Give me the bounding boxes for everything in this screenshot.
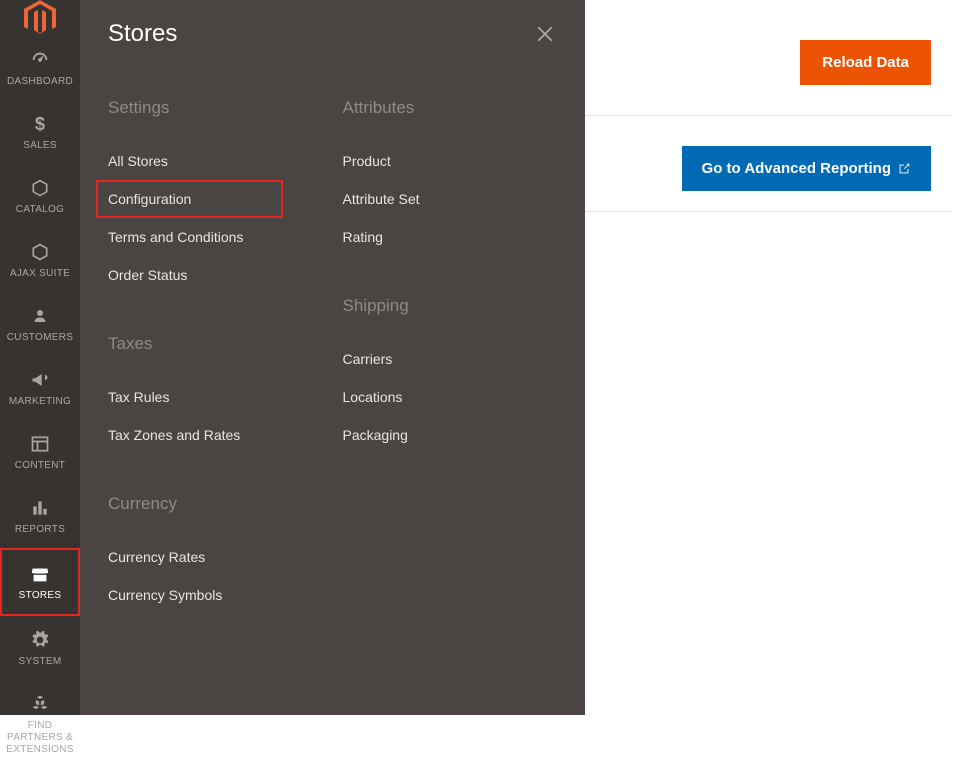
box-icon: [28, 176, 52, 200]
link-locations[interactable]: Locations: [343, 378, 558, 416]
flyout-section-currency: Currency Currency Rates Currency Symbols: [108, 494, 323, 614]
section-title: Attributes: [343, 98, 558, 118]
reload-button[interactable]: Reload Data: [800, 40, 931, 85]
section-title: Currency: [108, 494, 323, 514]
layout-icon: [28, 432, 52, 456]
link-packaging[interactable]: Packaging: [343, 416, 558, 454]
section-title: Shipping: [343, 296, 558, 316]
link-order-status[interactable]: Order Status: [108, 256, 323, 294]
magento-logo-icon: [22, 0, 58, 36]
nav-label: SYSTEM: [19, 656, 62, 668]
link-carriers[interactable]: Carriers: [343, 340, 558, 378]
flyout-section-settings: Settings All Stores Configuration Terms …: [108, 98, 323, 294]
nav-label: REPORTS: [15, 524, 65, 536]
magento-logo[interactable]: [0, 0, 80, 36]
nav-customers[interactable]: CUSTOMERS: [0, 292, 80, 356]
flyout-section-shipping: Shipping Carriers Locations Packaging: [343, 296, 558, 454]
flyout-col-left: Settings All Stores Configuration Terms …: [108, 98, 323, 654]
person-icon: [28, 304, 52, 328]
link-attribute-set[interactable]: Attribute Set: [343, 180, 558, 218]
nav-label: DASHBOARD: [7, 76, 73, 88]
nav-label: STORES: [19, 590, 62, 602]
bars-icon: [28, 496, 52, 520]
advanced-reporting-label: Go to Advanced Reporting: [702, 160, 891, 177]
nav-label: MARKETING: [9, 396, 71, 408]
nav-system[interactable]: SYSTEM: [0, 616, 80, 680]
cubes-icon: [28, 692, 52, 716]
nav-label: FIND PARTNERS & EXTENSIONS: [2, 720, 78, 756]
nav-sales[interactable]: $ SALES: [0, 100, 80, 164]
section-title: Settings: [108, 98, 323, 118]
nav-catalog[interactable]: CATALOG: [0, 164, 80, 228]
hex-icon: [28, 240, 52, 264]
nav-marketing[interactable]: MARKETING: [0, 356, 80, 420]
external-link-icon: [897, 162, 911, 176]
megaphone-icon: [28, 368, 52, 392]
stores-flyout: Stores Settings All Stores Configuration…: [80, 0, 585, 715]
flyout-title: Stores: [108, 20, 177, 48]
nav-label: SALES: [23, 140, 57, 152]
nav-label: CONTENT: [15, 460, 65, 472]
link-tax-rules[interactable]: Tax Rules: [108, 378, 323, 416]
nav-label: AJAX SUITE: [10, 268, 70, 280]
link-product[interactable]: Product: [343, 142, 558, 180]
flyout-section-attributes: Attributes Product Attribute Set Rating: [343, 98, 558, 256]
link-rating[interactable]: Rating: [343, 218, 558, 256]
admin-sidebar: DASHBOARD $ SALES CATALOG AJAX SUITE CUS…: [0, 0, 80, 715]
nav-ajax-suite[interactable]: AJAX SUITE: [0, 228, 80, 292]
link-configuration[interactable]: Configuration: [96, 180, 283, 218]
link-all-stores[interactable]: All Stores: [108, 142, 323, 180]
section-title: Taxes: [108, 334, 323, 354]
close-icon[interactable]: [533, 22, 557, 46]
nav-partners[interactable]: FIND PARTNERS & EXTENSIONS: [0, 680, 80, 768]
link-currency-rates[interactable]: Currency Rates: [108, 538, 323, 576]
nav-content[interactable]: CONTENT: [0, 420, 80, 484]
gear-icon: [28, 628, 52, 652]
link-currency-symbols[interactable]: Currency Symbols: [108, 576, 323, 614]
nav-label: CUSTOMERS: [7, 332, 73, 344]
link-terms[interactable]: Terms and Conditions: [108, 218, 323, 256]
flyout-columns: Settings All Stores Configuration Terms …: [108, 98, 557, 654]
dollar-icon: $: [28, 112, 52, 136]
nav-dashboard[interactable]: DASHBOARD: [0, 36, 80, 100]
svg-text:$: $: [35, 114, 45, 134]
flyout-section-taxes: Taxes Tax Rules Tax Zones and Rates: [108, 334, 323, 454]
advanced-reporting-button[interactable]: Go to Advanced Reporting: [682, 146, 931, 191]
flyout-header: Stores: [108, 20, 557, 48]
link-tax-zones[interactable]: Tax Zones and Rates: [108, 416, 323, 454]
nav-reports[interactable]: REPORTS: [0, 484, 80, 548]
nav-stores[interactable]: STORES: [0, 548, 80, 616]
nav-label: CATALOG: [16, 204, 64, 216]
dashboard-icon: [28, 48, 52, 72]
flyout-col-right: Attributes Product Attribute Set Rating …: [343, 98, 558, 654]
store-icon: [28, 562, 52, 586]
